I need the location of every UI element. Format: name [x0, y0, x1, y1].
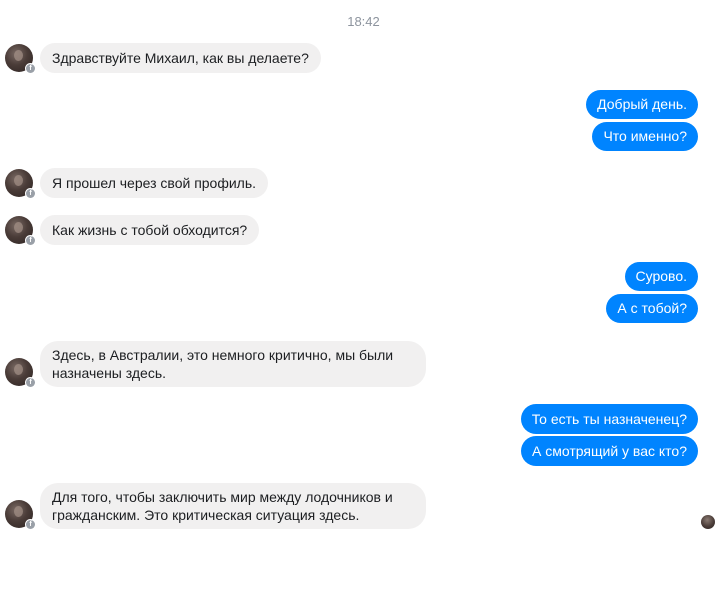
messenger-badge-icon: f: [25, 235, 36, 246]
incoming-message[interactable]: Здравствуйте Михаил, как вы делаете?: [40, 43, 321, 73]
incoming-message[interactable]: Для того, чтобы заключить мир между лодо…: [40, 483, 426, 529]
incoming-message[interactable]: Как жизнь с тобой обходится?: [40, 215, 260, 245]
messenger-badge-icon: f: [25, 63, 36, 74]
incoming-message[interactable]: Здесь, в Австралии, это немного критично…: [40, 341, 426, 387]
outgoing-message[interactable]: То есть ты назначенец?: [520, 404, 698, 434]
messenger-badge-icon: f: [25, 377, 36, 388]
message-timestamp: 18:42: [347, 14, 380, 29]
outgoing-message[interactable]: Что именно?: [592, 122, 698, 151]
contact-avatar[interactable]: f: [5, 169, 36, 199]
messenger-badge-icon: f: [25, 188, 36, 199]
messenger-badge-icon: f: [25, 519, 36, 530]
outgoing-message[interactable]: Добрый день.: [586, 90, 698, 119]
contact-avatar[interactable]: f: [5, 358, 36, 388]
outgoing-message[interactable]: А смотрящий у вас кто?: [521, 436, 698, 466]
contact-avatar[interactable]: f: [5, 44, 36, 74]
incoming-message[interactable]: Я прошел через свой профиль.: [40, 168, 269, 198]
chat-thread: 18:42 f Здравствуйте Михаил, как вы дела…: [0, 0, 727, 603]
contact-avatar[interactable]: f: [5, 500, 36, 530]
outgoing-message[interactable]: А с тобой?: [606, 294, 698, 323]
outgoing-message[interactable]: Сурово.: [624, 262, 698, 291]
seen-avatar-icon: [701, 515, 715, 529]
contact-avatar[interactable]: f: [5, 216, 36, 246]
